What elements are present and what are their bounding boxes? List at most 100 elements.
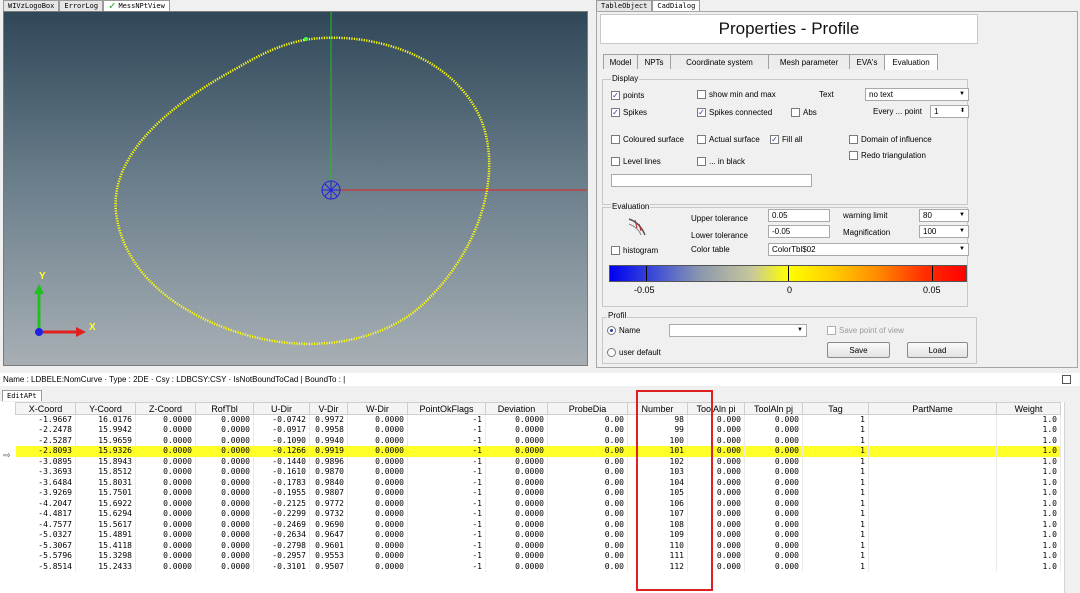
text-select[interactable]: no text ▼	[865, 88, 969, 101]
table-cell[interactable]: 0.0000	[195, 425, 254, 436]
table-cell[interactable]: 0.00	[547, 467, 628, 478]
table-cell[interactable]: 1	[802, 446, 869, 457]
table-cell[interactable]: 0.0000	[347, 477, 408, 488]
table-cell[interactable]: 0.000	[744, 456, 803, 467]
table-cell[interactable]: 111	[627, 551, 688, 562]
table-cell[interactable]: 0.9896	[309, 456, 348, 467]
table-cell[interactable]: 0.000	[744, 435, 803, 446]
tab-caddialog[interactable]: CadDialog	[652, 0, 701, 11]
table-cell[interactable]: 1	[802, 435, 869, 446]
table-cell[interactable]: 0.0000	[135, 488, 196, 499]
column-header[interactable]: ProbeDia	[547, 402, 628, 415]
table-cell[interactable]: -3.3693	[15, 467, 76, 478]
table-cell[interactable]: 1	[802, 467, 869, 478]
table-cell[interactable]: 0.0000	[135, 498, 196, 509]
table-cell[interactable]: -0.1090	[253, 435, 310, 446]
table-cell[interactable]: 0.0000	[485, 456, 548, 467]
table-cell[interactable]: 0.00	[547, 498, 628, 509]
table-cell[interactable]: 0.000	[744, 519, 803, 530]
table-cell[interactable]: 1.0	[996, 509, 1061, 520]
table-cell[interactable]: 0.0000	[195, 530, 254, 541]
table-cell[interactable]: 0.0000	[135, 456, 196, 467]
magnification-select[interactable]: 100 ▼	[919, 225, 969, 238]
table-cell[interactable]: 110	[627, 540, 688, 551]
level-lines-input[interactable]	[611, 174, 812, 187]
table-cell[interactable]	[868, 509, 997, 520]
table-cell[interactable]: 0.0000	[135, 467, 196, 478]
table-cell[interactable]: -0.3101	[253, 561, 310, 572]
table-cell[interactable]: -4.4817	[15, 509, 76, 520]
table-cell[interactable]: -3.9269	[15, 488, 76, 499]
user-default-radio[interactable]	[607, 348, 616, 357]
table-cell[interactable]: -1.9667	[15, 414, 76, 425]
column-header[interactable]: RofTbl	[195, 402, 254, 415]
table-cell[interactable]: 0.000	[687, 498, 745, 509]
table-cell[interactable]: -1	[407, 488, 486, 499]
abs-checkbox[interactable]	[791, 108, 800, 117]
table-cell[interactable]: 0.9690	[309, 519, 348, 530]
table-cell[interactable]: 0.00	[547, 561, 628, 572]
table-cell[interactable]: 0.0000	[347, 530, 408, 541]
table-cell[interactable]: -1	[407, 425, 486, 436]
table-cell[interactable]: 103	[627, 467, 688, 478]
table-cell[interactable]: 0.000	[744, 467, 803, 478]
load-button[interactable]: Load	[907, 342, 968, 358]
table-cell[interactable]: -0.0742	[253, 414, 310, 425]
tab-tableobject[interactable]: TableObject	[596, 0, 653, 11]
table-cell[interactable]: 16.0176	[75, 414, 136, 425]
table-cell[interactable]: 112	[627, 561, 688, 572]
table-cell[interactable]: -1	[407, 467, 486, 478]
table-cell[interactable]: 1.0	[996, 414, 1061, 425]
restore-window-icon[interactable]	[1062, 375, 1071, 384]
table-cell[interactable]: 0.0000	[485, 519, 548, 530]
table-cell[interactable]: 0.000	[687, 414, 745, 425]
table-cell[interactable]: 0.0000	[347, 509, 408, 520]
table-cell[interactable]: 0.9601	[309, 540, 348, 551]
table-row[interactable]: -2.2478 15.9942 0.0000 0.0000 -0.0917 0.9958 0…	[15, 425, 1061, 436]
table-cell[interactable]: -5.8514	[15, 561, 76, 572]
fill-all-checkbox[interactable]: ✓	[770, 135, 779, 144]
table-row[interactable]: -4.7577 15.5617 0.0000 0.0000 -0.2469 0.9690 0…	[15, 519, 1061, 530]
table-cell[interactable]: 0.9958	[309, 425, 348, 436]
column-header[interactable]: ToolAln pj	[744, 402, 803, 415]
table-cell[interactable]: 0.0000	[347, 446, 408, 457]
table-cell[interactable]: 1.0	[996, 519, 1061, 530]
table-cell[interactable]: 1	[802, 540, 869, 551]
table-cell[interactable]: 15.4891	[75, 530, 136, 541]
column-header[interactable]: X-Coord	[15, 402, 76, 415]
table-cell[interactable]: 1.0	[996, 477, 1061, 488]
table-cell[interactable]: -4.2047	[15, 498, 76, 509]
in-black-checkbox[interactable]	[697, 157, 706, 166]
table-cell[interactable]: 0.00	[547, 509, 628, 520]
table-cell[interactable]: -4.7577	[15, 519, 76, 530]
table-cell[interactable]: 104	[627, 477, 688, 488]
table-cell[interactable]: 0.000	[687, 509, 745, 520]
table-cell[interactable]: 0.0000	[485, 477, 548, 488]
table-cell[interactable]: 0.000	[687, 446, 745, 457]
table-cell[interactable]: 1.0	[996, 540, 1061, 551]
table-cell[interactable]: 0.0000	[485, 561, 548, 572]
table-cell[interactable]: 1	[802, 425, 869, 436]
table-cell[interactable]: -2.8093	[15, 446, 76, 457]
table-cell[interactable]: 0.00	[547, 488, 628, 499]
tab-editapt[interactable]: EditAPt	[2, 390, 42, 401]
table-cell[interactable]	[868, 477, 997, 488]
tab-npts[interactable]: NPTs	[637, 54, 671, 69]
table-cell[interactable]: 0.000	[687, 561, 745, 572]
points-table[interactable]: ⇨ X-Coord Y-Coord Z-Coord RofTbl U-Dir V-Dir W…	[0, 402, 1080, 593]
profil-name-select[interactable]: ▼	[669, 324, 807, 337]
table-cell[interactable]: 0.0000	[195, 519, 254, 530]
table-cell[interactable]: -0.1440	[253, 456, 310, 467]
table-cell[interactable]: 0.0000	[195, 446, 254, 457]
table-cell[interactable]: -2.2478	[15, 425, 76, 436]
table-cell[interactable]: 0.000	[744, 540, 803, 551]
table-cell[interactable]: 1	[802, 456, 869, 467]
3d-viewport[interactable]: Y X	[3, 11, 588, 366]
table-cell[interactable]: 0.0000	[195, 509, 254, 520]
column-header[interactable]: U-Dir	[253, 402, 310, 415]
table-cell[interactable]: 15.6922	[75, 498, 136, 509]
table-cell[interactable]: 0.0000	[135, 446, 196, 457]
table-cell[interactable]: 0.0000	[347, 561, 408, 572]
upper-tolerance-input[interactable]: 0.05	[768, 209, 830, 222]
table-row[interactable]: -5.3067 15.4118 0.0000 0.0000 -0.2798 0.9601 0…	[15, 540, 1061, 551]
